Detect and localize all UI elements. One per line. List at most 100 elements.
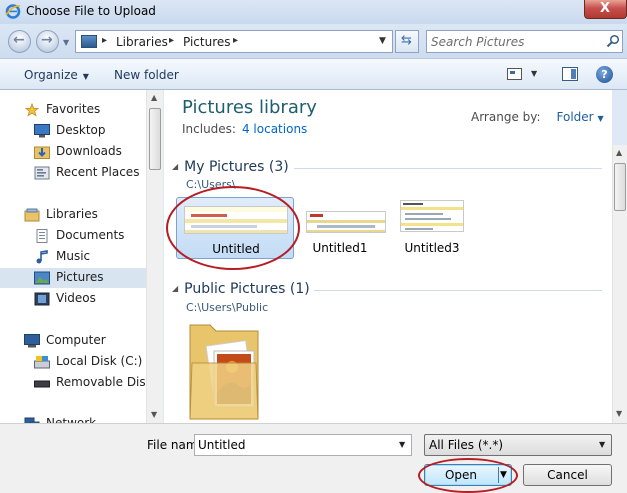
window-title: Choose File to Upload (26, 4, 156, 18)
file-name-label: Untitled (212, 242, 260, 256)
sidebar-item-documents[interactable]: Documents (0, 226, 146, 246)
command-bar: Organize ▼ New folder ▼ ? (0, 58, 627, 90)
removable-disk-icon (34, 380, 50, 388)
includes-locations-link[interactable]: 4 locations (242, 122, 307, 136)
local-disk-icon (34, 356, 50, 369)
forward-arrow-icon: → (41, 32, 53, 48)
file-thumbnail (306, 211, 386, 233)
sidebar-item-label: Computer (46, 333, 106, 347)
breadcrumb-separator-icon[interactable]: ▸ (233, 35, 238, 46)
computer-icon (24, 334, 40, 348)
refresh-icon: ⇆ (401, 33, 412, 48)
arrange-by: Arrange by: Folder ▼ (471, 110, 604, 124)
group-header-my-pictures[interactable]: ◢ My Pictures (3) (172, 159, 289, 175)
desktop-icon (34, 124, 50, 138)
search-box[interactable] (426, 30, 623, 53)
scroll-up-icon[interactable]: ▲ (616, 148, 622, 157)
sidebar-item-label: Downloads (56, 144, 122, 158)
close-button[interactable]: X (584, 0, 627, 19)
star-icon (24, 103, 40, 117)
file-thumbnail (184, 206, 288, 234)
library-includes: Includes: 4 locations (182, 122, 307, 136)
sidebar-item-pictures[interactable]: Pictures (0, 268, 146, 288)
file-list-pane: Pictures library Includes: 4 locations Ar… (164, 90, 612, 423)
sidebar-item-label: Removable Disk (56, 375, 153, 389)
new-folder-button[interactable]: New folder (114, 68, 179, 82)
navigation-pane: Favorites Desktop Downloads Recent Place… (0, 90, 163, 430)
sidebar-item-label: Music (56, 249, 91, 263)
refresh-button[interactable]: ⇆ (395, 30, 419, 53)
open-button-label: Open (444, 468, 478, 482)
group-path: C:\Users\ (186, 178, 236, 191)
search-icon[interactable] (606, 34, 620, 48)
file-item-sample-pictures[interactable] (188, 323, 260, 423)
sidebar-item-computer[interactable]: Computer (0, 331, 146, 351)
sidebar-item-label: Local Disk (C:) (56, 354, 143, 368)
scroll-up-icon[interactable]: ▲ (151, 93, 157, 102)
address-bar[interactable]: ▸ Libraries ▸ Pictures ▸ ▼ (75, 30, 393, 53)
file-type-filter[interactable]: All Files (*.*) ▼ (424, 434, 612, 456)
recent-places-icon (34, 166, 50, 180)
group-divider (314, 290, 602, 291)
open-options-dropdown-icon[interactable]: ▼ (500, 465, 507, 485)
open-button[interactable]: Open ▼ (424, 464, 512, 486)
back-button[interactable]: ← (8, 30, 31, 53)
group-path: C:\Users\Public (186, 301, 269, 314)
sidebar-item-recent-places[interactable]: Recent Places (0, 163, 146, 183)
arrange-by-value: Folder (556, 110, 594, 124)
file-list-scroll-thumb[interactable] (614, 163, 626, 211)
group-title: My Pictures (3) (184, 159, 289, 175)
chevron-down-icon: ▼ (82, 72, 89, 81)
sidebar-item-label: Desktop (56, 123, 106, 137)
sidebar-item-downloads[interactable]: Downloads (0, 142, 146, 162)
sidebar-item-label: Documents (56, 228, 125, 242)
preview-pane-icon[interactable] (562, 67, 578, 81)
sidebar-item-local-disk[interactable]: Local Disk (C:) (0, 352, 146, 372)
sidebar-scrollbar[interactable]: ▲ ▼ (146, 90, 163, 423)
sidebar-item-libraries[interactable]: Libraries (0, 205, 146, 225)
collapse-triangle-icon[interactable]: ◢ (172, 284, 178, 293)
file-item-untitled3[interactable]: Untitled3 (393, 197, 511, 259)
file-item-untitled[interactable]: Untitled (176, 197, 294, 259)
address-history-dropdown-icon[interactable]: ▼ (379, 36, 386, 46)
sidebar-item-desktop[interactable]: Desktop (0, 121, 146, 141)
downloads-folder-icon (34, 146, 50, 159)
file-name-input[interactable] (198, 437, 388, 453)
view-options-dropdown-icon[interactable]: ▼ (531, 69, 537, 78)
sidebar-item-music[interactable]: Music (0, 247, 146, 267)
cancel-button[interactable]: Cancel (523, 464, 612, 486)
file-list-scrollbar[interactable]: ▲ ▼ (612, 145, 627, 423)
sidebar-item-favorites[interactable]: Favorites (0, 100, 146, 120)
chevron-down-icon[interactable]: ▼ (399, 440, 405, 449)
search-input[interactable] (431, 34, 599, 50)
sidebar-item-videos[interactable]: Videos (0, 289, 146, 309)
sidebar-item-removable-disk[interactable]: Removable Disk (0, 373, 153, 393)
scroll-down-icon[interactable]: ▼ (616, 409, 622, 418)
change-view-icon[interactable] (507, 68, 522, 80)
library-title: Pictures library (182, 97, 317, 118)
split-divider (498, 467, 499, 483)
close-icon: X (600, 1, 611, 16)
breadcrumb-separator-icon[interactable]: ▸ (169, 35, 174, 46)
breadcrumb-separator-icon[interactable]: ▸ (102, 35, 107, 46)
arrange-by-dropdown[interactable]: Folder ▼ (557, 110, 604, 124)
sidebar-item-label: Libraries (46, 207, 98, 221)
documents-icon (36, 229, 48, 243)
breadcrumb-libraries[interactable]: Libraries (116, 35, 168, 49)
file-type-value: All Files (*.*) (429, 438, 504, 452)
group-header-public-pictures[interactable]: ◢ Public Pictures (1) (172, 281, 310, 297)
group-divider (294, 168, 602, 169)
file-name-combobox[interactable]: ▼ (194, 434, 412, 456)
breadcrumb-pictures[interactable]: Pictures (183, 35, 231, 49)
recent-pages-dropdown-icon[interactable]: ▼ (63, 38, 69, 47)
forward-button[interactable]: → (36, 30, 59, 53)
chevron-down-icon: ▼ (599, 440, 606, 449)
sidebar-item-label: Recent Places (56, 165, 140, 179)
scroll-down-icon[interactable]: ▼ (151, 410, 157, 419)
help-icon[interactable]: ? (596, 66, 613, 83)
organize-menu[interactable]: Organize ▼ (24, 68, 89, 82)
sidebar-scroll-thumb[interactable] (149, 108, 161, 170)
videos-icon (34, 292, 50, 306)
music-icon (36, 250, 48, 264)
collapse-triangle-icon[interactable]: ◢ (172, 162, 178, 171)
